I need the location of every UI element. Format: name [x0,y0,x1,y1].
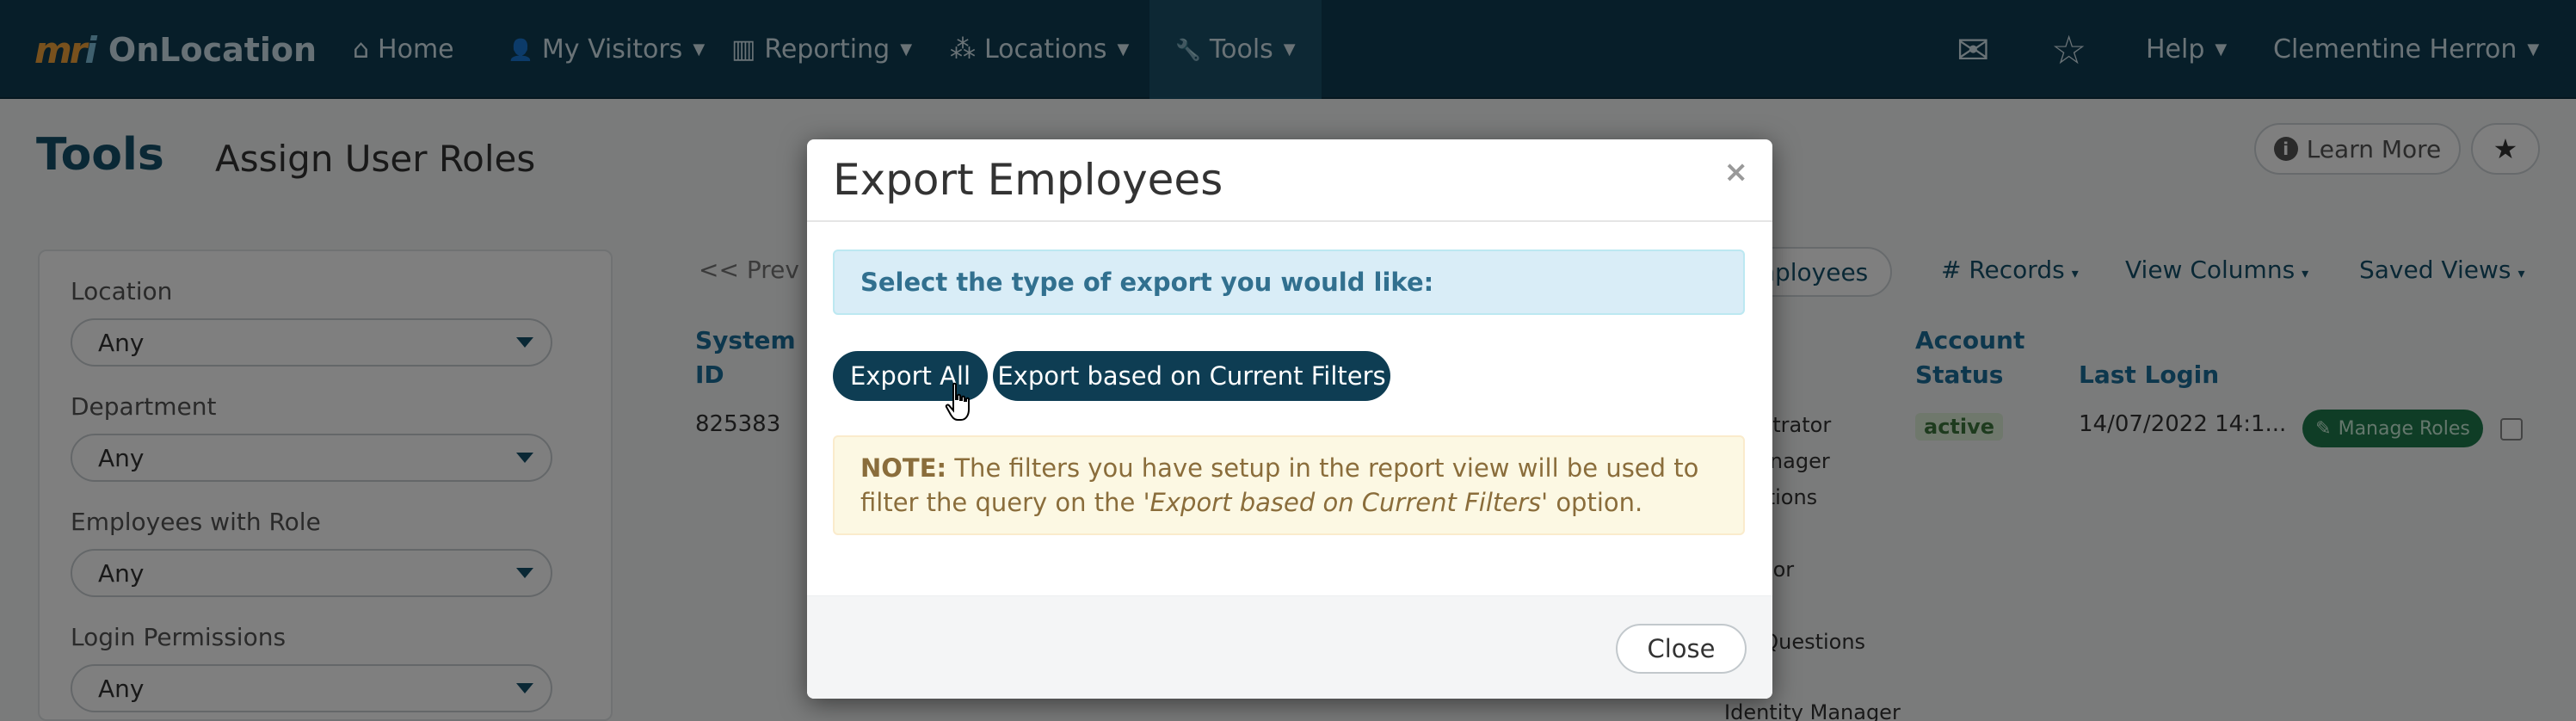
note-text-part2: ' option. [1541,488,1643,517]
export-current-filters-button[interactable]: Export based on Current Filters [993,351,1390,401]
modal-footer: Close [807,595,1772,699]
export-type-prompt: Select the type of export you would like… [833,250,1745,315]
modal-title: Export Employees [833,155,1223,205]
note-label: NOTE: [860,453,947,483]
note-emphasis: Export based on Current Filters [1149,488,1542,517]
modal-header: Export Employees × [807,139,1772,222]
close-icon[interactable]: × [1724,155,1749,189]
export-note: NOTE: The filters you have setup in the … [833,435,1745,535]
close-button[interactable]: Close [1616,624,1747,674]
hand-pointer-cursor-icon [945,382,970,421]
